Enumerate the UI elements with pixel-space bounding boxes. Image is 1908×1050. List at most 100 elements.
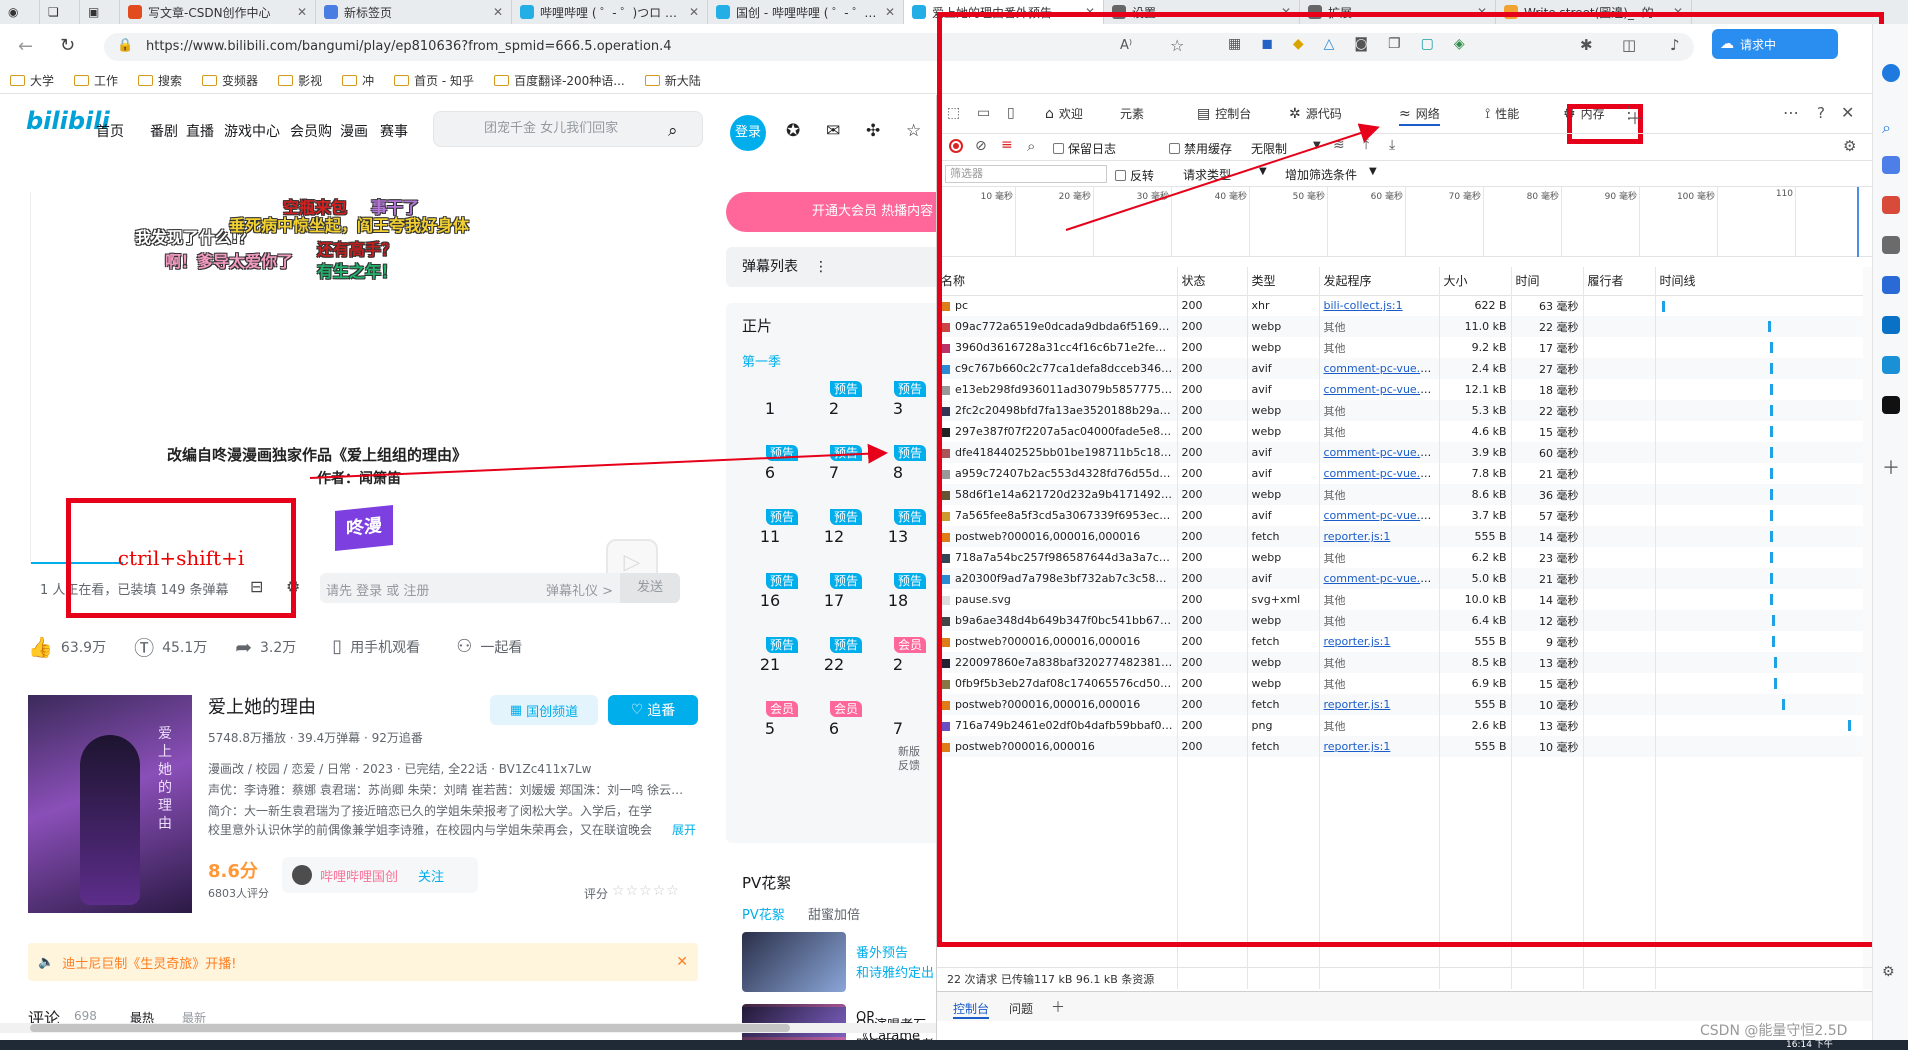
search-icon[interactable]: ⌕ bbox=[1882, 118, 1900, 137]
bookmark-item[interactable]: 工作 bbox=[74, 72, 118, 89]
browser-tab[interactable]: 爱上她的理由番外预告 ✕ bbox=[904, 0, 1104, 24]
pv-item-1-title[interactable]: 番外预告 bbox=[856, 942, 908, 961]
request-name-cell[interactable]: 716a749b2461e02df0b4dafb59bbaf0c... bbox=[937, 715, 1178, 736]
import-har-icon[interactable]: ⤒ bbox=[1363, 137, 1369, 153]
coin-icon[interactable]: Ⓣ bbox=[134, 632, 154, 661]
close-tab-icon[interactable]: ✕ bbox=[681, 5, 699, 19]
bookmark-item[interactable]: 搜索 bbox=[138, 72, 182, 89]
initiator-cell[interactable]: reporter.js:1 bbox=[1319, 736, 1440, 757]
episode-item[interactable]: 3 预告 bbox=[870, 381, 926, 437]
request-name-cell[interactable]: a959c72407b2ac553d4328fd76d55d0... bbox=[937, 463, 1178, 484]
bookmark-item[interactable]: 影视 bbox=[278, 72, 322, 89]
outlook-icon[interactable] bbox=[1882, 316, 1900, 334]
send-icon[interactable] bbox=[1882, 356, 1900, 374]
rating-stars-icon[interactable]: ☆☆☆☆☆ bbox=[612, 883, 680, 899]
scrollbar-thumb[interactable] bbox=[30, 1024, 790, 1032]
request-name-cell[interactable]: 09ac772a6519e0dcada9dbda6f516942... bbox=[937, 316, 1178, 337]
episode-item[interactable]: 6 预告 bbox=[742, 445, 798, 501]
watch-together-label[interactable]: 一起看 bbox=[480, 637, 522, 657]
network-settings-icon[interactable]: ⚙ bbox=[1843, 137, 1856, 155]
request-name-cell[interactable]: 0fb9f5b3eb27daf08c174065576cd50e... bbox=[937, 673, 1178, 694]
episode-item[interactable]: 7 预告 bbox=[806, 445, 862, 501]
anime-title[interactable]: 爱上她的理由 bbox=[208, 693, 316, 719]
filter-input[interactable]: 筛选器 bbox=[945, 165, 1107, 183]
table-row[interactable]: b9a6ae348d4b649b347f0bc541bb679... 200 web… bbox=[937, 610, 1863, 631]
extension-4-icon[interactable]: △ bbox=[1324, 36, 1335, 56]
invert-checkbox[interactable]: 反转 bbox=[1115, 167, 1154, 184]
site-info-icon[interactable]: 🔒 bbox=[117, 38, 133, 53]
back-icon[interactable]: ← bbox=[18, 36, 33, 57]
sources-tab[interactable]: ✲ 源代码 bbox=[1289, 105, 1342, 122]
browser-tab[interactable]: 新标签页 ✕ bbox=[316, 0, 512, 24]
column-header[interactable]: 时间线 bbox=[1655, 267, 1863, 295]
episode-item[interactable]: 11 预告 bbox=[742, 509, 798, 565]
episode-item[interactable]: 1 bbox=[742, 381, 798, 437]
add-tab-icon[interactable]: ＋ bbox=[1627, 105, 1643, 129]
disable-cache-checkbox[interactable]: 禁用缓存 bbox=[1169, 140, 1232, 157]
initiator-cell[interactable]: comment-pc-vue.n... bbox=[1319, 358, 1440, 379]
request-name-cell[interactable]: a20300f9ad7a798e3bf732ab7c3c5879f... bbox=[937, 568, 1178, 589]
initiator[interactable]: comment-pc-vue.n... bbox=[1324, 362, 1438, 375]
uploader-name[interactable]: 哔哩哔哩国创 bbox=[320, 866, 398, 885]
column-header[interactable]: 大小 bbox=[1439, 267, 1512, 295]
request-name-cell[interactable]: 3960d3616728a31cc4f16c6b71e2fe05... bbox=[937, 337, 1178, 358]
column-header[interactable]: 时间 bbox=[1511, 267, 1584, 295]
table-row[interactable]: 58d6f1e14a621720d232a9b41714921... 200 web… bbox=[937, 484, 1863, 505]
games-icon[interactable] bbox=[1882, 276, 1900, 294]
send-danmaku-button[interactable]: 发送 bbox=[620, 573, 680, 603]
feedback-button[interactable]: 新版反馈 bbox=[898, 745, 928, 773]
request-name-cell[interactable]: 7a565fee8a5f3cd5a3067339f6953ecb2... bbox=[937, 505, 1178, 526]
uploader-follow-button[interactable]: 关注 bbox=[418, 866, 444, 885]
channel-button[interactable]: ▦ 国创频道 bbox=[490, 695, 598, 725]
throttle-select[interactable]: 无限制 bbox=[1251, 140, 1287, 157]
request-name-cell[interactable]: postweb?000016,000016 bbox=[937, 736, 1178, 757]
table-row[interactable]: postweb?000016,000016,000016 200 fetch repo… bbox=[937, 631, 1863, 652]
customize-menu-icon[interactable]: ⋯ bbox=[1783, 103, 1799, 122]
pv-tab-pv[interactable]: PV花絮 bbox=[742, 904, 785, 923]
initiator[interactable]: bili-collect.js:1 bbox=[1324, 299, 1403, 312]
episode-item[interactable]: 21 预告 bbox=[742, 637, 798, 693]
browser-tab[interactable]: 扩展 ✕ bbox=[1300, 0, 1496, 24]
request-types-chevron-icon[interactable]: ▼ bbox=[1259, 166, 1267, 177]
performance-tab[interactable]: ⟟ 性能 bbox=[1485, 105, 1519, 122]
request-name-cell[interactable]: 2fc2c20498bfd7fa13ae3520188b29a9f... bbox=[937, 400, 1178, 421]
device-toolbar-icon[interactable]: ▭ bbox=[977, 105, 990, 121]
table-row[interactable]: 2fc2c20498bfd7fa13ae3520188b29a9f... 200 w… bbox=[937, 400, 1863, 421]
welcome-tab[interactable]: ⌂ 欢迎 bbox=[1045, 105, 1083, 122]
nav-item[interactable]: 漫画 bbox=[340, 121, 368, 141]
bookmark-item[interactable]: 变频器 bbox=[202, 72, 258, 89]
initiator-cell[interactable]: comment-pc-vue.n... bbox=[1319, 505, 1440, 526]
elements-tab[interactable]: 元素 bbox=[1115, 105, 1144, 122]
close-tab-icon[interactable]: ✕ bbox=[1665, 5, 1683, 19]
danmaku-input[interactable]: 请先 登录 或 注册 弹幕礼仪 > 发送 bbox=[320, 573, 680, 603]
more-filters-chevron-icon[interactable]: ▼ bbox=[1369, 166, 1377, 177]
danmaku-etiquette-link[interactable]: 弹幕礼仪 > bbox=[546, 580, 613, 599]
episode-item[interactable]: 17 预告 bbox=[806, 573, 862, 629]
phone-icon[interactable]: ▯ bbox=[332, 636, 342, 657]
throttle-dropdown-icon[interactable]: ▼ bbox=[1313, 140, 1321, 151]
extension-1-icon[interactable]: ▦ bbox=[1228, 36, 1241, 56]
pv-thumb-1[interactable] bbox=[742, 932, 846, 992]
uploader-card[interactable]: 哔哩哔哩国创 关注 bbox=[282, 857, 478, 893]
preserve-log-checkbox[interactable]: 保留日志 bbox=[1053, 140, 1116, 157]
browser-tab[interactable]: 设置 ✕ bbox=[1104, 0, 1300, 24]
search-input[interactable]: 团宠千金 女儿我们回家 bbox=[433, 111, 703, 147]
table-row[interactable]: e13eb298fd936011ad3079b58577754... 200 avi… bbox=[937, 379, 1863, 400]
read-aloud-icon[interactable]: A⁾ bbox=[1120, 38, 1132, 53]
expand-link[interactable]: 展开 bbox=[672, 821, 696, 838]
episode-item[interactable]: 16 预告 bbox=[742, 573, 798, 629]
initiator[interactable]: comment-pc-vue.n... bbox=[1324, 572, 1438, 585]
table-scrollbar[interactable] bbox=[1863, 267, 1872, 989]
request-name-cell[interactable]: pause.svg bbox=[937, 589, 1178, 610]
tiktok-icon[interactable] bbox=[1882, 396, 1900, 414]
vip-banner[interactable]: 开通大会员 热播内容 bbox=[726, 192, 936, 232]
episode-item[interactable]: 18 预告 bbox=[870, 573, 926, 629]
watch-together-icon[interactable]: ⚇ bbox=[456, 636, 472, 657]
initiator-cell[interactable]: comment-pc-vue.n... bbox=[1319, 379, 1440, 400]
request-name-cell[interactable]: 58d6f1e14a621720d232a9b41714921... bbox=[937, 484, 1178, 505]
split-screen-icon[interactable]: ◫ bbox=[1622, 36, 1636, 54]
bookmark-item[interactable]: 冲 bbox=[342, 72, 374, 89]
dynamic-icon[interactable]: ✣ bbox=[866, 121, 880, 141]
pv-tab-sweet[interactable]: 甜蜜加倍 bbox=[808, 904, 860, 923]
danmaku-list-header[interactable]: 弹幕列表 ⋮ bbox=[726, 247, 936, 287]
